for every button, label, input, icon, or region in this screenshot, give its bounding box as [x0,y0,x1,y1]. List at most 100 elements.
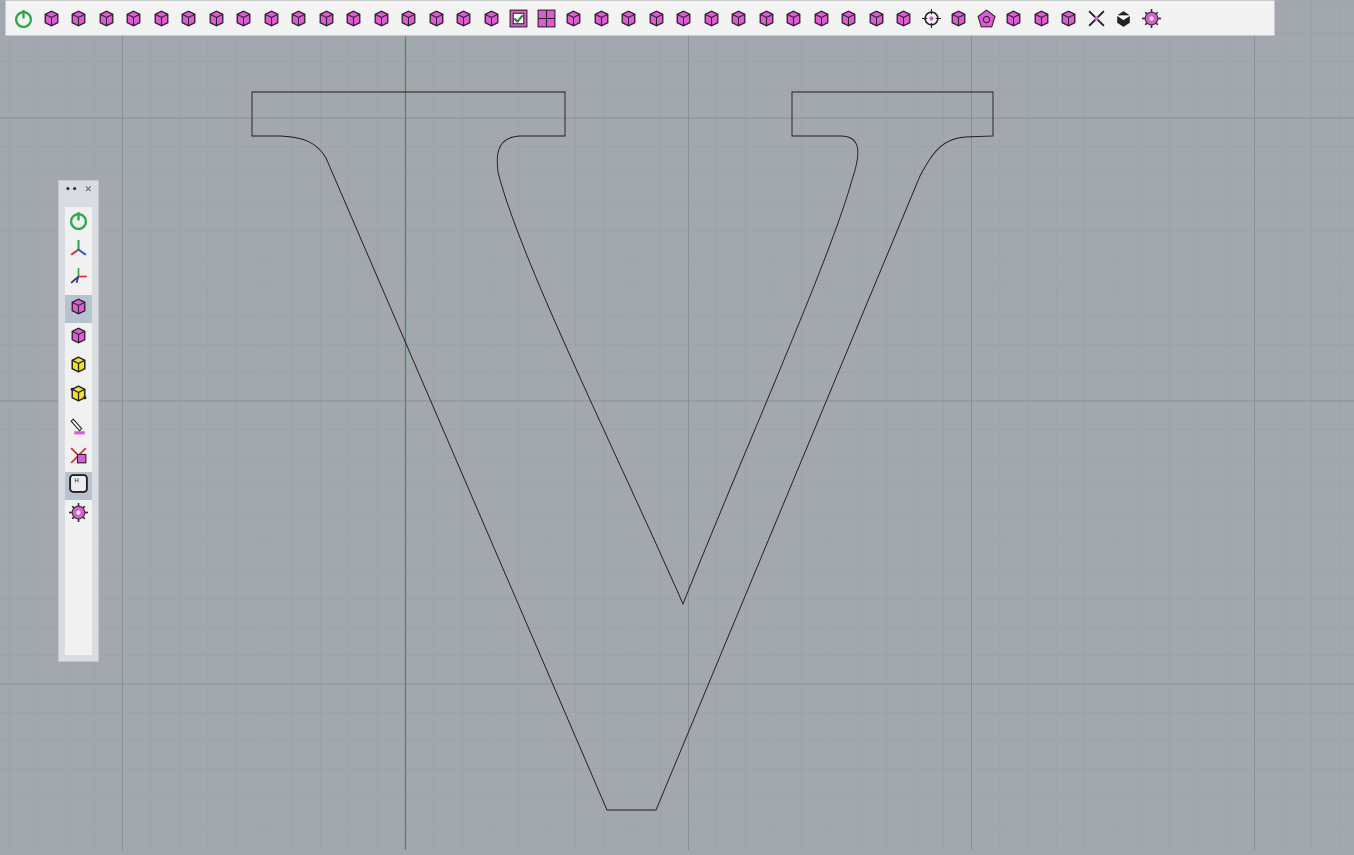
toolbar-button-blend[interactable] [203,3,231,33]
loft-icon [646,8,667,29]
toolbar-button-array[interactable] [395,3,423,33]
toolbar-button-roll[interactable] [450,3,478,33]
rotate-icon [233,8,254,29]
toolbar-button-grid[interactable] [533,3,561,33]
toolbar-button-mesh[interactable] [1055,3,1083,33]
side-button-hide[interactable]: H [65,472,92,500]
delete-grid-icon [591,8,612,29]
cube-yellow-icon [68,354,89,380]
toolbar-button-ladder[interactable] [615,3,643,33]
checker-icon [893,8,914,29]
toolbar-button-power[interactable] [10,3,38,33]
toolbar-button-bend[interactable] [340,3,368,33]
toolbar-button-arch[interactable] [285,3,313,33]
sphere-icon [68,8,89,29]
toolbar-button-revolve[interactable] [93,3,121,33]
gear-icon [68,502,89,528]
toolbar-button-flip[interactable] [698,3,726,33]
toolbar-button-cube-wire[interactable] [148,3,176,33]
drag-grip-icon[interactable]: •• [65,185,79,195]
corner-icon [783,8,804,29]
toolbar-button-pentagon[interactable] [973,3,1001,33]
side-button-gear[interactable] [65,501,92,529]
power-icon [13,8,34,29]
cube-yellow-select-icon [68,383,89,409]
toolbar-button-branch[interactable] [863,3,891,33]
toolbar-button-checkbox[interactable] [505,3,533,33]
comb-icon [1003,8,1024,29]
pen-icon [68,416,89,442]
sweep-icon [371,8,392,29]
side-toolbar-column: H [65,207,92,655]
side-button-power[interactable] [65,209,92,237]
wedge-icon [426,8,447,29]
power-icon [68,210,89,236]
toolbar-button-sweep[interactable] [368,3,396,33]
toolbar-button-surface-patch[interactable] [258,3,286,33]
pentagon-icon [976,8,997,29]
toolbar-button-scissors[interactable] [1083,3,1111,33]
toolbar-button-checker[interactable] [890,3,918,33]
array-icon [398,8,419,29]
side-button-cube-yellow-select[interactable] [65,382,92,410]
toolbar-button-curve-arrow[interactable] [175,3,203,33]
mesh-icon [1058,8,1079,29]
toolbar-button-rotate[interactable] [230,3,258,33]
toolbar-button-extrude[interactable] [120,3,148,33]
render-icon [1113,8,1134,29]
perspective-viewport[interactable] [0,0,1354,850]
wave-surface-icon [1031,8,1052,29]
toolbar-button-corner[interactable] [780,3,808,33]
toolbar-button-comb[interactable] [1000,3,1028,33]
side-button-move-axis[interactable] [65,265,92,293]
toolbar-button-cylinder-stack[interactable] [725,3,753,33]
construction-grid [0,0,1354,850]
side-button-cube-select[interactable] [65,295,92,323]
toolbar-button-hand[interactable] [808,3,836,33]
toolbar-button-wedge[interactable] [423,3,451,33]
toolbar-button-render[interactable] [1110,3,1138,33]
side-button-cube-pink[interactable] [65,324,92,352]
viewport-canvas[interactable] [0,0,1354,850]
toolbar-button-sphere[interactable] [65,3,93,33]
toolbar-button-loft[interactable] [643,3,671,33]
toolbar-button-fillet[interactable] [313,3,341,33]
toolbar-button-split[interactable] [560,3,588,33]
toolbar-button-wave-surface[interactable] [1028,3,1056,33]
branch-icon [866,8,887,29]
surface-patch-icon [261,8,282,29]
svg-text:H: H [74,477,79,484]
toolbar-button-snap[interactable] [835,3,863,33]
flip-icon [701,8,722,29]
side-button-cube-yellow[interactable] [65,353,92,381]
toolbar-button-delete-grid[interactable] [588,3,616,33]
extrude-icon [123,8,144,29]
panel-titlebar[interactable]: •• ✕ [59,181,98,199]
hide-icon: H [68,473,89,499]
cube-wire-icon [151,8,172,29]
cube-pink-icon [68,325,89,351]
revolve-icon [96,8,117,29]
side-button-tool[interactable] [65,444,92,472]
toolbar-button-box[interactable] [38,3,66,33]
toolbar-button-dotted-surface[interactable] [670,3,698,33]
arch-icon [288,8,309,29]
move-axis-icon [68,266,89,292]
close-icon[interactable]: ✕ [84,185,92,195]
toolbar-button-star-rotate[interactable] [945,3,973,33]
side-toolbar-panel: •• ✕ H [58,180,99,662]
tool-icon [68,445,89,471]
toolbar-button-cage[interactable] [478,3,506,33]
cylinder-stack-icon [728,8,749,29]
letter-v-curve [251,91,994,811]
toolbar-button-target[interactable] [918,3,946,33]
main-toolbar [5,0,1275,36]
gear-icon [1141,8,1162,29]
side-button-axis[interactable] [65,237,92,265]
snap-icon [838,8,859,29]
toolbar-button-gear[interactable] [1138,3,1166,33]
axis-icon [68,238,89,264]
side-button-pen[interactable] [65,415,92,443]
blend-icon [206,8,227,29]
toolbar-button-points-grid[interactable] [753,3,781,33]
